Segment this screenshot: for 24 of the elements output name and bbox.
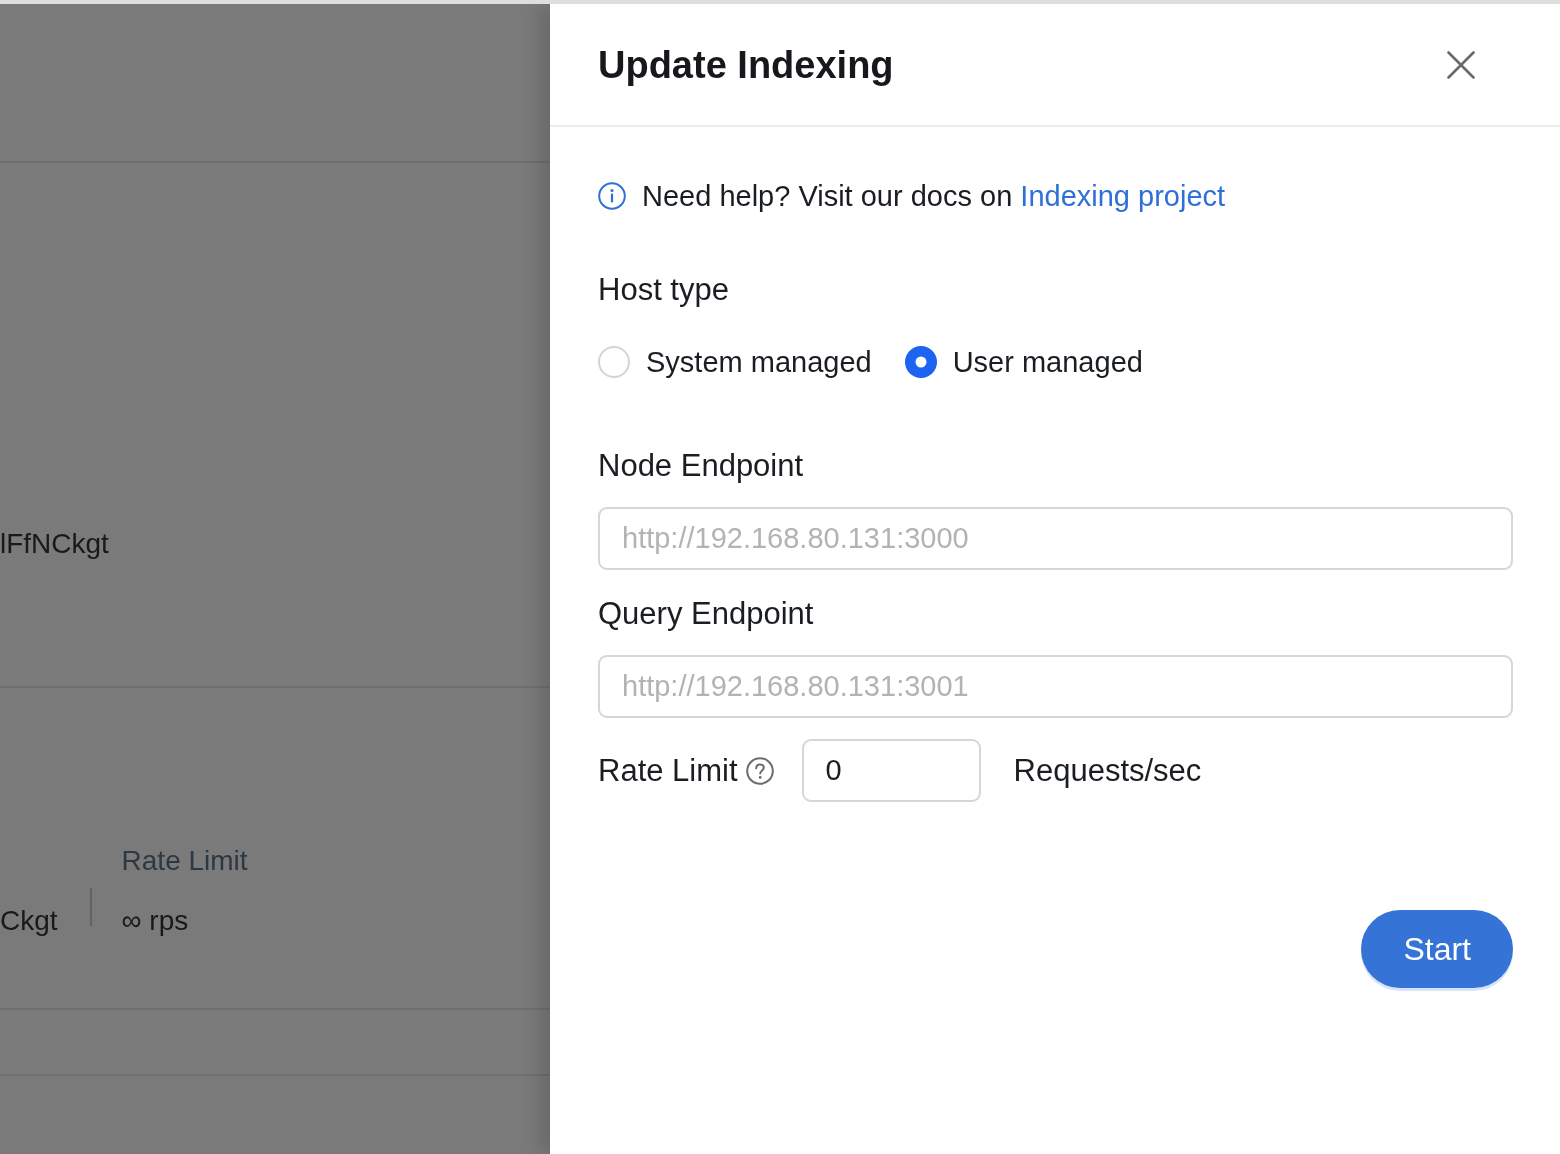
radio-label[interactable]: User managed bbox=[952, 345, 1143, 379]
rate-limit-field[interactable]: 0 bbox=[801, 739, 981, 802]
help-icon[interactable] bbox=[745, 756, 774, 785]
start-button[interactable]: Start bbox=[1361, 910, 1513, 988]
help-text: Need help? Visit our docs on Indexing project bbox=[642, 179, 1226, 213]
close-button[interactable] bbox=[1446, 49, 1476, 80]
docs-link[interactable]: Indexing project bbox=[1020, 180, 1226, 212]
endpoint-field[interactable]: http://192.168.80.131:3000 bbox=[598, 507, 1513, 570]
rate-limit-label: Rate Limit bbox=[598, 752, 738, 789]
radio-button[interactable] bbox=[598, 346, 630, 378]
host-type-label: Host type bbox=[598, 272, 729, 308]
drawer-title: Update Indexing bbox=[598, 42, 894, 87]
info-icon bbox=[598, 182, 626, 210]
endpoint-field[interactable]: http://192.168.80.131:3001 bbox=[598, 655, 1513, 718]
field-label: Node Endpoint bbox=[598, 448, 804, 484]
close-icon bbox=[1447, 50, 1475, 79]
unit-label: Requests/sec bbox=[1013, 752, 1202, 789]
row-value: lFfNCkgt bbox=[0, 527, 109, 561]
stat-label: Rate Limit bbox=[121, 844, 248, 878]
radio-button[interactable] bbox=[904, 346, 937, 378]
stat-value: ∞ rps bbox=[121, 904, 189, 938]
radio-label[interactable]: System managed bbox=[646, 345, 872, 379]
field-label: Query Endpoint bbox=[598, 596, 814, 632]
stat-value: Ckgt bbox=[0, 904, 58, 938]
